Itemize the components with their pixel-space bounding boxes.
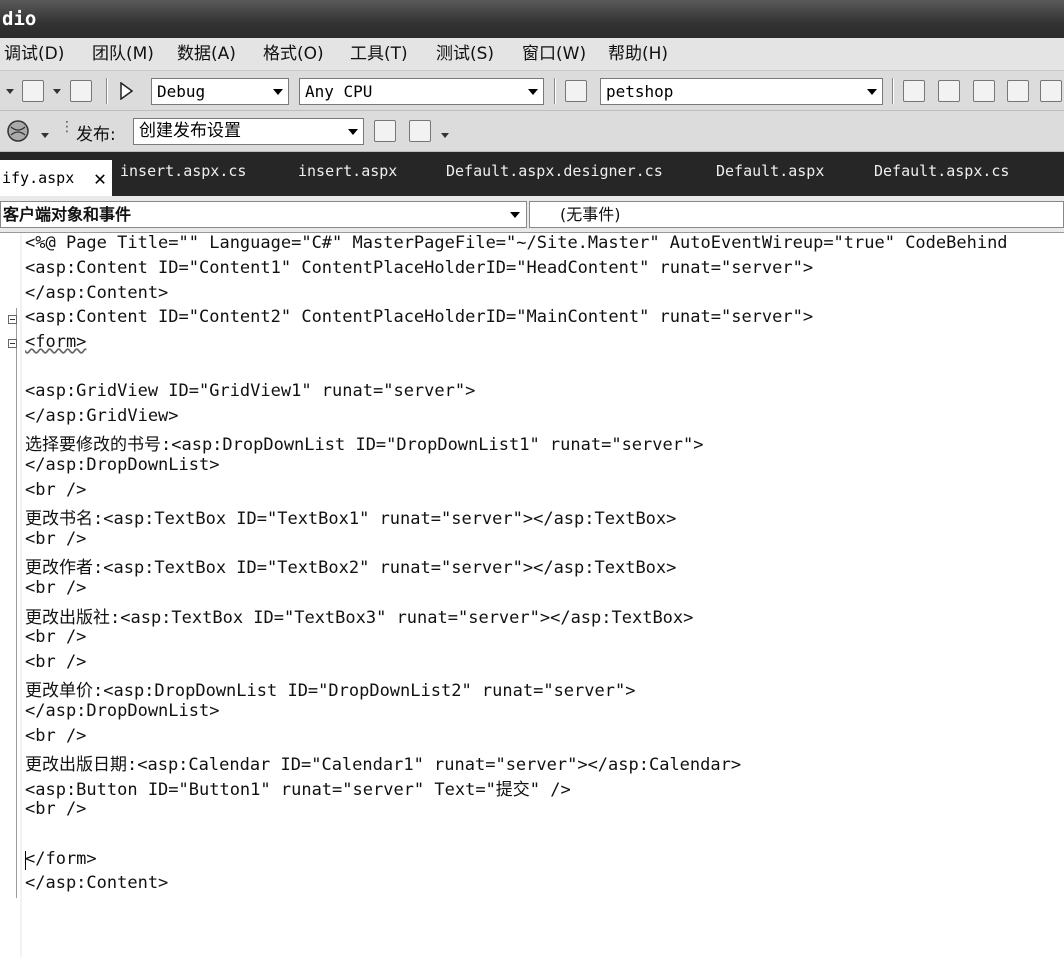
tab-default-aspx-cs[interactable]: Default.aspx.cs (874, 162, 1009, 196)
dropdown-arrow-icon[interactable] (53, 89, 61, 94)
code-line: <asp:Content ID="Content2" ContentPlaceH… (25, 307, 814, 327)
code-line: 更改单价:<asp:DropDownList ID="DropDownList2… (25, 681, 636, 701)
code-line: 更改书名:<asp:TextBox ID="TextBox1" runat="s… (25, 509, 677, 529)
code-line: </asp:GridView> (25, 406, 179, 426)
menu-format[interactable]: 格式(O) (263, 38, 324, 71)
code-line: <%@ Page Title="" Language="C#" MasterPa… (25, 233, 1008, 253)
code-line: 更改出版社:<asp:TextBox ID="TextBox3" runat="… (25, 608, 694, 628)
publish-toolbar: ⋮ 发布: 创建发布设置 (0, 111, 1064, 152)
code-line: <asp:Content ID="Content1" ContentPlaceH… (25, 258, 814, 278)
menu-data[interactable]: 数据(A) (177, 38, 236, 71)
code-line: <br /> (25, 652, 87, 672)
window-title-bar: dio (0, 0, 1064, 38)
configuration-value: Debug (157, 82, 206, 101)
code-line: <br /> (25, 726, 87, 746)
publish-edit-icon[interactable] (409, 120, 431, 142)
menu-debug[interactable]: 调试(D) (4, 38, 64, 71)
publish-setting-select[interactable]: 创建发布设置 (133, 118, 364, 145)
code-line: </asp:DropDownList> (25, 701, 220, 721)
tab-insert-aspx-cs[interactable]: insert.aspx.cs (120, 162, 246, 196)
code-line: <br /> (25, 799, 87, 819)
change-margin (20, 233, 22, 957)
events-select[interactable]: (无事件) (529, 201, 1064, 228)
menu-test[interactable]: 测试(S) (436, 38, 494, 71)
chevron-down-icon (528, 89, 538, 95)
menu-window[interactable]: 窗口(W) (522, 38, 586, 71)
tab-label: Default.aspx.designer.cs (446, 162, 663, 180)
close-icon[interactable]: ✕ (94, 160, 106, 196)
navigation-bar: 客户端对象和事件 (无事件) (0, 196, 1064, 233)
code-line: </asp:DropDownList> (25, 455, 220, 475)
menu-tools[interactable]: 工具(T) (350, 38, 408, 71)
toolbar-grip: ⋮ (60, 119, 74, 135)
code-line: <br /> (25, 578, 87, 598)
object-browser-icon[interactable] (973, 80, 995, 102)
publish-label: 发布: (76, 125, 116, 145)
chevron-down-icon (510, 212, 520, 218)
properties-icon[interactable] (938, 80, 960, 102)
window-title: dio (2, 8, 37, 30)
publish-icon[interactable] (374, 120, 396, 142)
tab-insert-aspx[interactable]: insert.aspx (298, 162, 397, 196)
toolbox-icon[interactable] (1007, 80, 1029, 102)
web-globe-icon[interactable] (6, 119, 30, 143)
code-line: <form> (25, 332, 87, 352)
code-editor[interactable]: <%@ Page Title="" Language="C#" MasterPa… (0, 233, 1064, 957)
tab-label: ify.aspx (2, 169, 75, 187)
code-line: 更改作者:<asp:TextBox ID="TextBox2" runat="s… (25, 558, 677, 578)
code-line: </asp:Content> (25, 873, 169, 893)
code-line: 更改出版日期:<asp:Calendar ID="Calendar1" runa… (25, 755, 742, 775)
dropdown-arrow-icon[interactable] (6, 89, 14, 94)
tab-default-aspx[interactable]: Default.aspx (716, 162, 824, 196)
events-value: (无事件) (560, 205, 621, 224)
collapse-icon[interactable] (8, 315, 17, 324)
collapse-icon[interactable] (8, 339, 17, 348)
menu-team[interactable]: 团队(M) (92, 38, 154, 71)
toolbar-separator (892, 78, 894, 104)
client-objects-select[interactable]: 客户端对象和事件 (0, 201, 527, 228)
configuration-select[interactable]: Debug (151, 78, 289, 105)
tab-default-aspx-designer-cs[interactable]: Default.aspx.designer.cs (446, 162, 663, 196)
platform-select[interactable]: Any CPU (299, 78, 544, 105)
code-line: <br /> (25, 627, 87, 647)
tools-icon[interactable] (1040, 80, 1062, 102)
find-in-files-icon[interactable] (565, 80, 587, 102)
publish-setting-value: 创建发布设置 (139, 121, 241, 141)
comment-icon[interactable] (22, 80, 44, 102)
menu-help[interactable]: 帮助(H) (608, 38, 668, 71)
toolbar-separator (106, 78, 108, 104)
chevron-down-icon (348, 129, 358, 135)
code-line: <br /> (25, 529, 87, 549)
toolbar-separator (554, 78, 556, 104)
tab-label: insert.aspx (298, 162, 398, 180)
chevron-down-icon (273, 89, 283, 95)
tab-label: insert.aspx.cs (120, 162, 247, 180)
uncomment-icon[interactable] (70, 80, 92, 102)
document-tab-strip: ify.aspx ✕ insert.aspx.cs insert.aspx De… (0, 152, 1064, 196)
dropdown-arrow-icon[interactable] (441, 133, 449, 138)
tab-label: Default.aspx.cs (874, 162, 1010, 180)
project-value: petshop (606, 82, 674, 101)
chevron-down-icon (867, 89, 877, 95)
dropdown-arrow-icon[interactable] (41, 133, 49, 138)
text-caret (25, 851, 26, 870)
tab-label: Default.aspx (716, 162, 825, 180)
project-select[interactable]: petshop (600, 78, 883, 105)
start-debug-icon[interactable] (118, 82, 134, 100)
menu-bar: 调试(D) 团队(M) 数据(A) 格式(O) 工具(T) 测试(S) 窗口(W… (0, 38, 1064, 71)
code-line: <asp:Button ID="Button1" runat="server" … (25, 780, 571, 800)
code-line: <asp:GridView ID="GridView1" runat="serv… (25, 381, 476, 401)
standard-toolbar: Debug Any CPU petshop (0, 71, 1064, 111)
outline-guide (16, 308, 17, 898)
client-objects-value: 客户端对象和事件 (3, 205, 132, 224)
platform-value: Any CPU (305, 82, 373, 101)
solution-explorer-icon[interactable] (903, 80, 925, 102)
tab-modify-aspx[interactable]: ify.aspx ✕ (0, 160, 112, 196)
code-line: 选择要修改的书号:<asp:DropDownList ID="DropDownL… (25, 435, 704, 455)
code-line: </form> (25, 849, 97, 869)
code-line: <br /> (25, 480, 87, 500)
code-line: </asp:Content> (25, 283, 169, 303)
